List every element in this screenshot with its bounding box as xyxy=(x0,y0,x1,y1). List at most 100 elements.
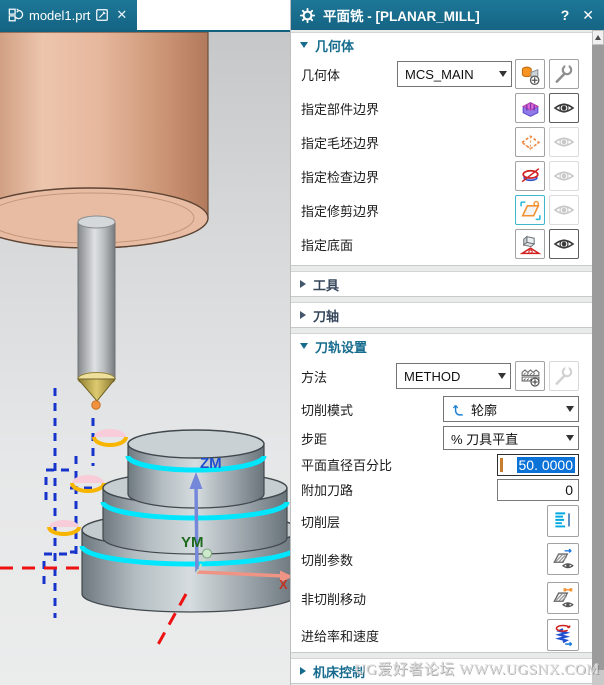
section-tool: 工具 xyxy=(291,271,593,297)
tab-close-icon[interactable]: ✕ xyxy=(116,7,127,23)
display-check-boundary-button[interactable] xyxy=(549,161,579,191)
boundary-row: 指定底面 xyxy=(291,227,593,261)
boundary-row: 指定毛坯边界 xyxy=(291,125,593,159)
eye-icon xyxy=(552,168,576,184)
dialog-scrollbar[interactable] xyxy=(592,30,604,685)
boundary-row: 指定部件边界 xyxy=(291,91,593,125)
text-cursor xyxy=(500,457,503,472)
scrollbar-up-icon[interactable] xyxy=(592,30,604,45)
section-machine-control: 机床控制 xyxy=(291,658,593,684)
stepover-select[interactable]: % 刀具平直 xyxy=(443,426,579,450)
chevron-down-icon xyxy=(498,373,506,379)
section-header-machine-control[interactable]: 机床控制 xyxy=(291,659,593,683)
non-cutting-moves-icon xyxy=(551,586,575,610)
section-path-settings: 刀轨设置 方法 METHOD 切削模式 轮廓 步距 % 刀具平直 平面直径百分比… xyxy=(291,333,593,653)
section-header-tool[interactable]: 工具 xyxy=(291,272,593,296)
chevron-down-icon xyxy=(566,406,574,412)
cut-pattern-select[interactable]: 轮廓 xyxy=(443,396,579,422)
wrench-icon xyxy=(553,63,575,85)
modified-doc-icon xyxy=(95,8,109,22)
dialog-close-icon[interactable]: ✕ xyxy=(579,7,597,24)
feeds-speeds-icon xyxy=(551,623,575,647)
axis-label-ym: YM xyxy=(181,534,204,551)
eye-icon xyxy=(552,202,576,218)
edit-method-button[interactable] xyxy=(549,361,579,391)
new-method-icon xyxy=(519,365,542,388)
feeds-speeds-button[interactable] xyxy=(547,619,579,651)
feeds-speeds-row: 进给率和速度 xyxy=(291,618,593,652)
section-expand-icon xyxy=(300,42,308,48)
part-boundary-icon xyxy=(519,97,542,120)
wrench-icon xyxy=(553,365,575,387)
display-blank-boundary-button[interactable] xyxy=(549,127,579,157)
cutting-params-button[interactable] xyxy=(547,543,579,575)
chevron-down-icon xyxy=(566,435,574,441)
tab-model1[interactable]: model1.prt ✕ xyxy=(0,0,137,30)
cutting-params-row: 切削参数 xyxy=(291,540,593,578)
viewport-scene: ZM YM X xyxy=(0,32,290,651)
section-collapse-icon xyxy=(300,667,306,675)
display-trim-boundary-button[interactable] xyxy=(549,195,579,225)
part-window-icon xyxy=(8,7,24,23)
help-icon[interactable]: ? xyxy=(558,7,573,23)
select-check-boundary-button[interactable] xyxy=(515,161,545,191)
select-blank-boundary-button[interactable] xyxy=(515,127,545,157)
cut-levels-row: 切削层 xyxy=(291,502,593,540)
eye-icon xyxy=(552,236,576,252)
additional-passes-input[interactable] xyxy=(497,478,579,501)
planar-mill-dialog: 平面铣 - [PLANAR_MILL] ? ✕ 几何体 几何体 MCS_MAIN xyxy=(290,0,604,685)
check-boundary-icon xyxy=(519,165,542,188)
geometry-select[interactable]: MCS_MAIN xyxy=(397,61,512,87)
geometry-label: 几何体 xyxy=(301,67,341,83)
viewport-canvas[interactable]: ZM YM X xyxy=(0,30,290,685)
new-method-button[interactable] xyxy=(515,361,545,391)
edit-geometry-button[interactable] xyxy=(549,59,579,89)
cut-levels-icon xyxy=(551,509,575,533)
geometry-row: 几何体 MCS_MAIN xyxy=(291,57,593,91)
method-select[interactable]: METHOD xyxy=(396,363,511,389)
nx-window: model1.prt ✕ ZM YM X 平面铣 - [PLANAR_MILL]… xyxy=(0,0,604,685)
new-geometry-button[interactable] xyxy=(515,59,545,89)
blank-boundary-icon xyxy=(519,131,542,154)
section-expand-icon xyxy=(300,343,308,349)
dialog-title: 平面铣 - [PLANAR_MILL] xyxy=(323,9,480,24)
select-floor-button[interactable] xyxy=(515,229,545,259)
stepover-row: 步距 % 刀具平直 xyxy=(291,424,593,452)
section-header-path-settings[interactable]: 刀轨设置 xyxy=(291,334,593,358)
section-collapse-icon xyxy=(300,311,306,319)
select-trim-boundary-button[interactable] xyxy=(515,195,545,225)
cutting-params-icon xyxy=(551,547,575,571)
tab-bar: model1.prt ✕ xyxy=(0,0,290,30)
new-geometry-icon xyxy=(519,63,542,86)
section-tool-axis: 刀轴 xyxy=(291,302,593,328)
cut-levels-button[interactable] xyxy=(547,505,579,537)
non-cutting-moves-row: 非切削移动 xyxy=(291,578,593,618)
section-geometry: 几何体 几何体 MCS_MAIN 指定部件边界 指定毛坯边界 指定检查边界 指定… xyxy=(291,32,593,266)
boundary-row: 指定修剪边界 xyxy=(291,193,593,227)
percent-diameter-row: 平面直径百分比 50. 0000 xyxy=(291,452,593,477)
section-collapse-icon xyxy=(300,280,306,288)
section-header-geometry[interactable]: 几何体 xyxy=(291,33,593,57)
stock-cylinder xyxy=(0,32,209,249)
display-part-boundary-button[interactable] xyxy=(549,93,579,123)
eye-icon xyxy=(552,100,576,116)
non-cutting-moves-button[interactable] xyxy=(547,582,579,614)
chevron-down-icon xyxy=(499,71,507,77)
axis-label-x: X xyxy=(279,577,288,592)
dialog-titlebar[interactable]: 平面铣 - [PLANAR_MILL] ? ✕ xyxy=(291,0,604,30)
dialog-body: 几何体 几何体 MCS_MAIN 指定部件边界 指定毛坯边界 指定检查边界 指定… xyxy=(291,30,593,685)
section-header-tool-axis[interactable]: 刀轴 xyxy=(291,303,593,327)
select-part-boundary-button[interactable] xyxy=(515,93,545,123)
gear-icon xyxy=(299,7,316,24)
additional-passes-row: 附加刀路 xyxy=(291,477,593,502)
tab-title: model1.prt xyxy=(29,7,91,23)
method-row: 方法 METHOD xyxy=(291,358,593,394)
profile-cut-icon xyxy=(451,402,466,417)
percent-diameter-input[interactable]: 50. 0000 xyxy=(497,453,579,476)
floor-icon xyxy=(519,233,542,256)
scrollbar-thumb[interactable] xyxy=(592,45,604,670)
boundary-row: 指定检查边界 xyxy=(291,159,593,193)
axis-label-zm: ZM xyxy=(200,455,222,472)
display-floor-button[interactable] xyxy=(549,229,579,259)
cut-pattern-row: 切削模式 轮廓 xyxy=(291,394,593,424)
